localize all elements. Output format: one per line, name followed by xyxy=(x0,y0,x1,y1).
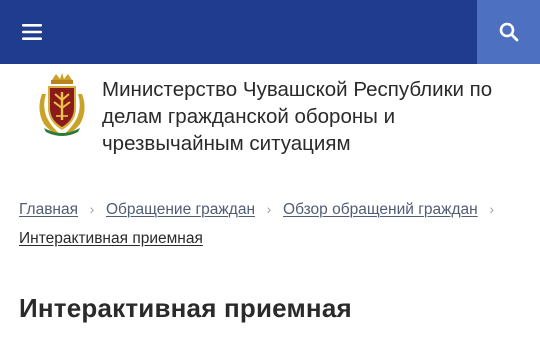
breadcrumb-link-appeals-review[interactable]: Обзор обращений граждан xyxy=(283,201,478,218)
breadcrumb-separator: › xyxy=(89,201,95,217)
title-line-1: Министерство Чувашской Республики по xyxy=(102,78,493,101)
breadcrumb-link-citizen-appeals[interactable]: Обращение граждан xyxy=(106,201,255,218)
search-button[interactable] xyxy=(477,0,540,64)
menu-button[interactable] xyxy=(0,0,64,64)
page-title: Интерактивная приемная xyxy=(19,293,352,323)
breadcrumb: Главная › Обращение граждан › Обзор обращени… xyxy=(19,195,529,253)
breadcrumb-link-home[interactable]: Главная xyxy=(19,201,78,218)
breadcrumb-current[interactable]: Интерактивная приемная xyxy=(19,230,203,247)
search-icon xyxy=(499,22,518,42)
breadcrumb-separator: › xyxy=(266,201,272,217)
title-line-3: чрезвычайным ситуациям xyxy=(102,132,351,155)
site-header: Министерство Чувашской Республики по дел… xyxy=(0,64,540,174)
organization-title[interactable]: Министерство Чувашской Республики по дел… xyxy=(102,76,522,157)
title-line-2: делам гражданской обороны и xyxy=(102,105,396,128)
hamburger-menu-icon xyxy=(22,24,42,40)
top-navigation-bar xyxy=(0,0,540,64)
chuvash-republic-emblem[interactable] xyxy=(34,72,90,138)
breadcrumb-separator: › xyxy=(489,201,495,217)
